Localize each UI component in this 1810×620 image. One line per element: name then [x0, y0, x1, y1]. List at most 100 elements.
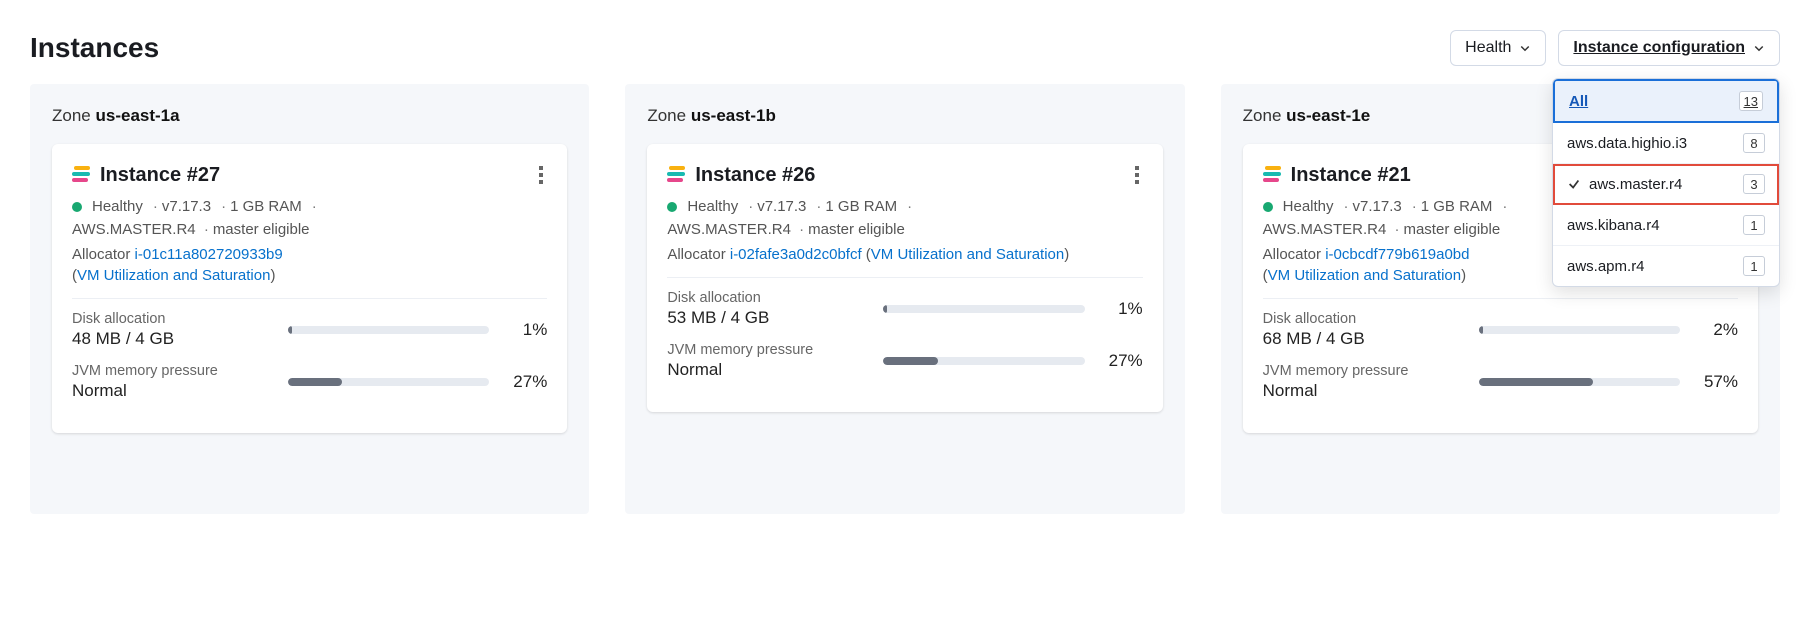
dropdown-item-count: 8 [1743, 133, 1765, 153]
zone-panel: Zone us-east-1b Instance #26 Healthy v7.… [625, 84, 1184, 514]
zone-name: us-east-1e [1286, 106, 1370, 125]
instance-type-row: AWS.MASTER.R4 master eligible [72, 221, 547, 238]
allocator-label: Allocator [72, 246, 130, 263]
divider [72, 298, 547, 299]
allocator-label: Allocator [667, 246, 725, 263]
instance-role: master eligible [795, 221, 905, 238]
ram-label: 1 GB RAM [812, 198, 897, 215]
ram-label: 1 GB RAM [217, 198, 302, 215]
disk-bar [1479, 326, 1680, 334]
health-filter-label: Health [1465, 39, 1511, 57]
instance-meta: Healthy v7.17.3 1 GB RAM [667, 198, 1142, 215]
ram-label: 1 GB RAM [1408, 198, 1493, 215]
allocator-id-link[interactable]: i-0cbcdf779b619a0bd [1325, 246, 1469, 263]
chevron-down-icon [1753, 42, 1765, 54]
vm-row: (VM Utilization and Saturation) [72, 267, 547, 284]
health-dot-icon [667, 202, 677, 212]
dropdown-item-count: 3 [1743, 174, 1765, 194]
disk-pct: 2% [1694, 320, 1738, 340]
instance-config-dropdown: All 13 aws.data.highio.i3 8 aws.master.r… [1552, 78, 1780, 287]
instance-type-row: AWS.MASTER.R4 master eligible [667, 221, 1142, 238]
zone-name: us-east-1a [95, 106, 179, 125]
instance-name: Instance #21 [1291, 164, 1411, 187]
elasticsearch-icon [1263, 166, 1281, 184]
disk-metric: Disk allocation 48 MB / 4 GB 1% [72, 311, 547, 349]
jvm-pct: 57% [1694, 372, 1738, 392]
health-filter-button[interactable]: Health [1450, 30, 1546, 66]
dropdown-item[interactable]: aws.apm.r4 1 [1553, 246, 1779, 286]
instance-role: master eligible [200, 221, 310, 238]
dropdown-item[interactable]: aws.data.highio.i3 8 [1553, 123, 1779, 164]
dropdown-item-count: 1 [1743, 215, 1765, 235]
elasticsearch-icon [72, 166, 90, 184]
instance-name: Instance #27 [100, 164, 220, 187]
vm-utilization-link[interactable]: VM Utilization and Saturation [1268, 267, 1461, 284]
check-icon [1567, 177, 1581, 191]
chevron-down-icon [1519, 42, 1531, 54]
dropdown-item-label: aws.master.r4 [1589, 176, 1682, 193]
vm-utilization-link[interactable]: VM Utilization and Saturation [77, 267, 270, 284]
jvm-metric: JVM memory pressure Normal 27% [667, 342, 1142, 380]
instance-name: Instance #26 [695, 164, 815, 187]
zone-panel: Zone us-east-1a Instance #27 Healthy v7.… [30, 84, 589, 514]
zone-name: us-east-1b [691, 106, 776, 125]
disk-label: Disk allocation [72, 311, 272, 327]
instance-card: Instance #26 Healthy v7.17.3 1 GB RAM AW… [647, 144, 1162, 412]
card-menu-button[interactable] [1131, 162, 1143, 188]
disk-metric: Disk allocation 68 MB / 4 GB 2% [1263, 311, 1738, 349]
disk-metric: Disk allocation 53 MB / 4 GB 1% [667, 290, 1142, 328]
card-menu-button[interactable] [535, 162, 547, 188]
jvm-value: Normal [72, 381, 272, 401]
instance-config-filter-button[interactable]: Instance configuration [1558, 30, 1780, 66]
divider [1263, 298, 1738, 299]
dropdown-item-label: aws.apm.r4 [1567, 258, 1645, 275]
instance-role: master eligible [1390, 221, 1500, 238]
dropdown-item[interactable]: aws.master.r4 3 [1553, 164, 1779, 205]
dropdown-item[interactable]: All 13 [1553, 79, 1779, 123]
disk-label: Disk allocation [667, 290, 867, 306]
jvm-metric: JVM memory pressure Normal 57% [1263, 363, 1738, 401]
health-status: Healthy [687, 198, 738, 215]
dropdown-item[interactable]: aws.kibana.r4 1 [1553, 205, 1779, 246]
divider [667, 277, 1142, 278]
allocator-row: Allocator i-02fafe3a0d2c0bfcf (VM Utiliz… [667, 246, 1142, 263]
allocator-id-link[interactable]: i-01c11a802720933b9 [135, 246, 283, 263]
version-label: v7.17.3 [744, 198, 806, 215]
disk-value: 48 MB / 4 GB [72, 329, 272, 349]
disk-value: 68 MB / 4 GB [1263, 329, 1463, 349]
elasticsearch-icon [667, 166, 685, 184]
allocator-label: Allocator [1263, 246, 1321, 263]
version-label: v7.17.3 [149, 198, 211, 215]
instance-config-filter-label: Instance configuration [1573, 39, 1745, 57]
jvm-bar [1479, 378, 1680, 386]
jvm-pct: 27% [1099, 351, 1143, 371]
allocator-id-link[interactable]: i-02fafe3a0d2c0bfcf [730, 246, 862, 263]
version-label: v7.17.3 [1340, 198, 1402, 215]
page-title: Instances [30, 32, 159, 64]
instance-meta: Healthy v7.17.3 1 GB RAM [72, 198, 547, 215]
disk-value: 53 MB / 4 GB [667, 308, 867, 328]
disk-pct: 1% [1099, 299, 1143, 319]
health-status: Healthy [1283, 198, 1334, 215]
zone-title: Zone us-east-1b [647, 106, 1162, 126]
zone-title: Zone us-east-1a [52, 106, 567, 126]
disk-bar [288, 326, 489, 334]
jvm-pct: 27% [503, 372, 547, 392]
jvm-value: Normal [667, 360, 867, 380]
disk-bar [883, 305, 1084, 313]
jvm-label: JVM memory pressure [667, 342, 867, 358]
allocator-row: Allocator i-01c11a802720933b9 [72, 246, 547, 263]
jvm-value: Normal [1263, 381, 1463, 401]
instance-type: AWS.MASTER.R4 [667, 221, 791, 238]
jvm-label: JVM memory pressure [72, 363, 272, 379]
instance-card: Instance #27 Healthy v7.17.3 1 GB RAM AW… [52, 144, 567, 433]
health-dot-icon [72, 202, 82, 212]
health-dot-icon [1263, 202, 1273, 212]
vm-utilization-link[interactable]: VM Utilization and Saturation [871, 246, 1064, 263]
health-status: Healthy [92, 198, 143, 215]
instance-type: AWS.MASTER.R4 [1263, 221, 1387, 238]
jvm-bar [883, 357, 1084, 365]
disk-label: Disk allocation [1263, 311, 1463, 327]
jvm-metric: JVM memory pressure Normal 27% [72, 363, 547, 401]
dropdown-item-label: aws.data.highio.i3 [1567, 135, 1687, 152]
